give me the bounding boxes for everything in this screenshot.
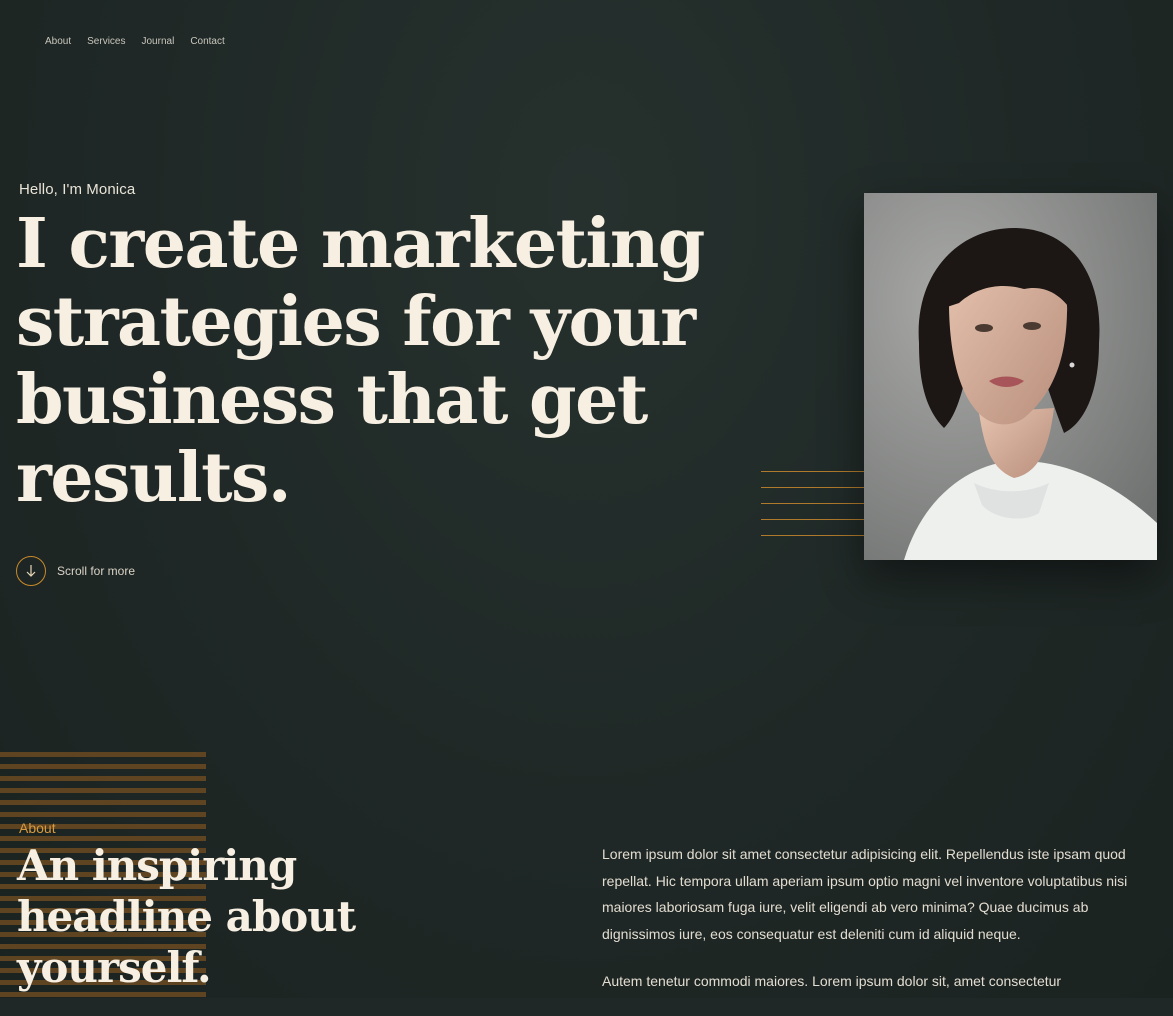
scroll-for-more-button[interactable]: Scroll for more [16, 556, 135, 586]
decorative-lines [761, 471, 871, 541]
nav-item-about[interactable]: About [45, 36, 71, 47]
nav-item-services[interactable]: Services [87, 36, 125, 47]
about-body: Lorem ipsum dolor sit amet consectetur a… [602, 841, 1158, 1016]
nav-item-journal[interactable]: Journal [142, 36, 175, 47]
about-paragraph-1: Lorem ipsum dolor sit amet consectetur a… [602, 846, 1128, 942]
main-nav: About Services Journal Contact [45, 36, 225, 47]
hero-title: I create marketing strategies for your b… [16, 204, 705, 518]
nav-item-contact[interactable]: Contact [190, 36, 224, 47]
arrow-down-icon [16, 556, 46, 586]
about-section-label: About [19, 820, 56, 836]
scroll-label: Scroll for more [57, 564, 136, 578]
portrait-photo [864, 193, 1157, 560]
about-headline: An inspiring headline about yourself. [17, 841, 356, 992]
about-paragraph-2: Autem tenetur commodi maiores. Lorem ips… [602, 973, 1062, 989]
hero-greeting: Hello, I'm Monica [19, 181, 136, 198]
